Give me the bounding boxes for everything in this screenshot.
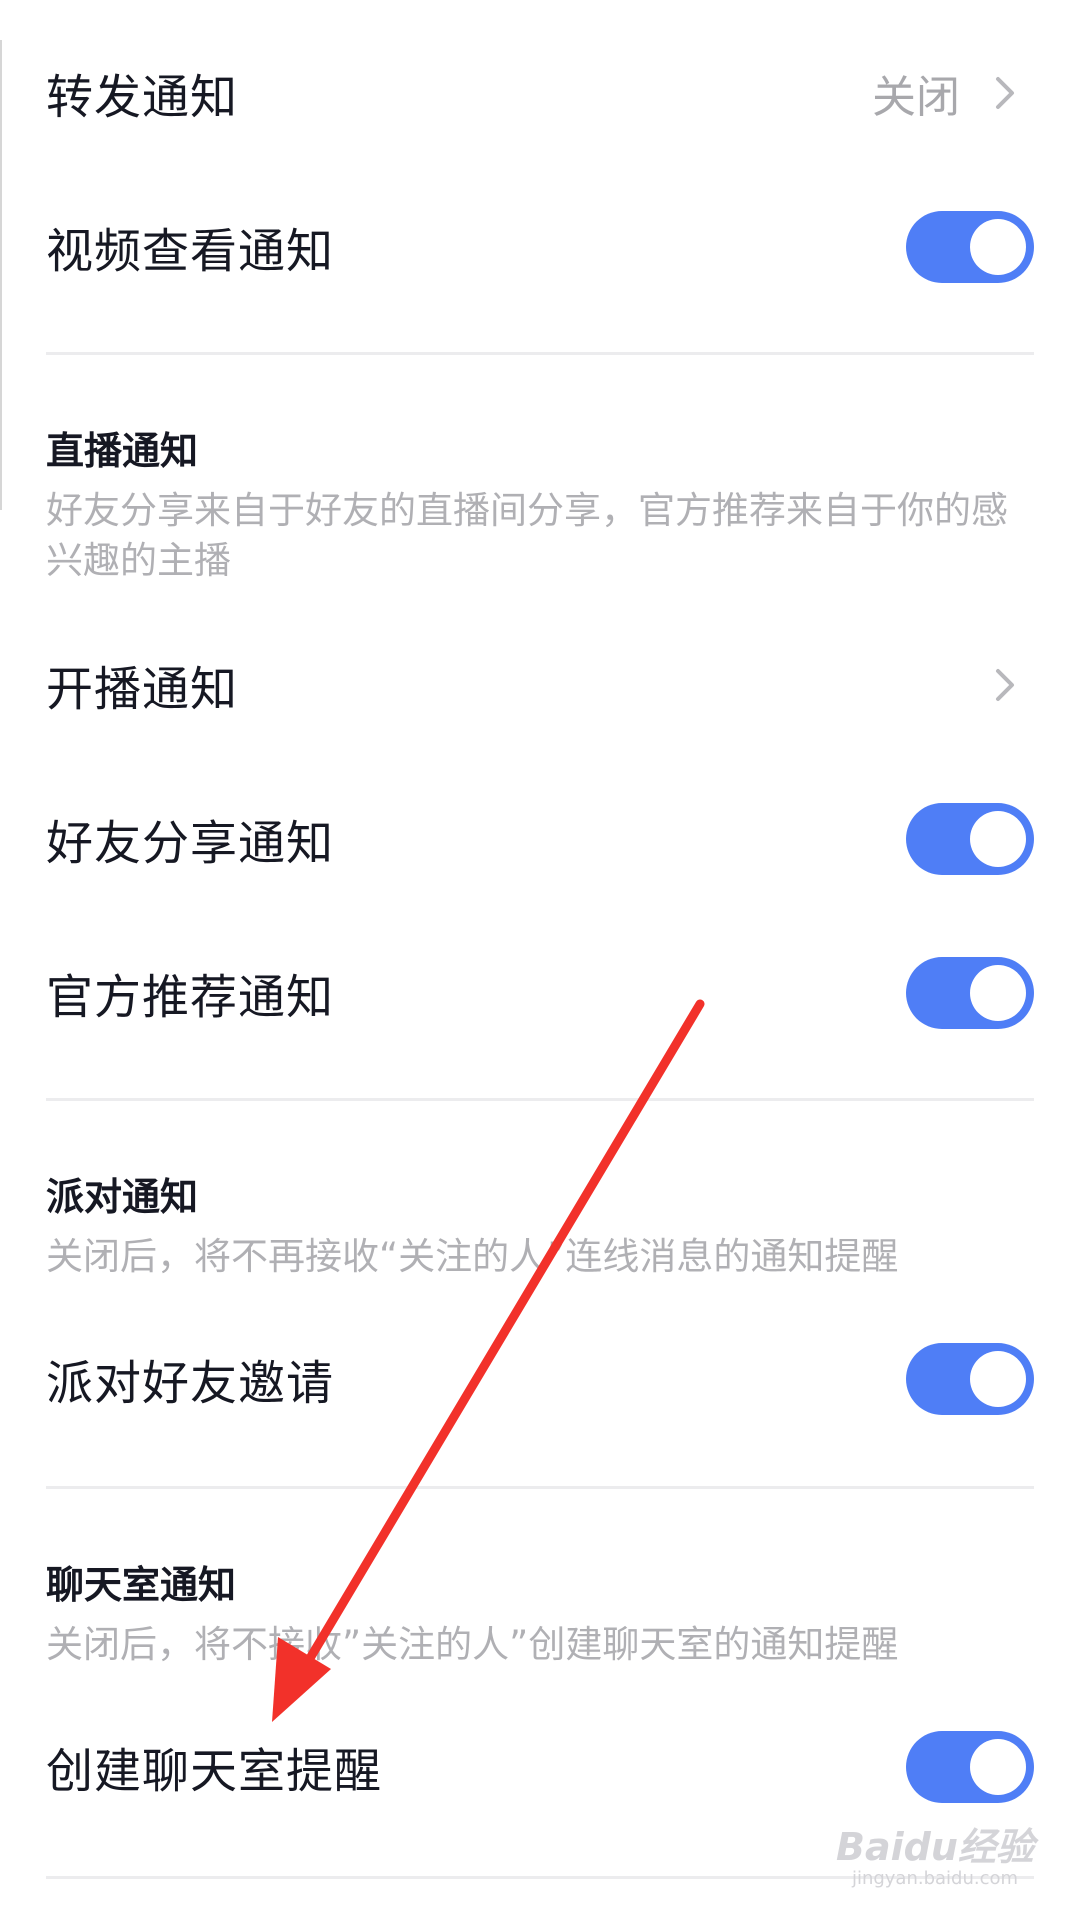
chevron-right-icon bbox=[996, 669, 1014, 701]
toggle-knob bbox=[970, 219, 1026, 275]
party-friend-invite-label: 派对好友邀请 bbox=[46, 1356, 334, 1412]
party-section-title: 派对通知 bbox=[46, 1175, 199, 1219]
chevron-right-icon bbox=[996, 77, 1014, 109]
live-section-desc: 好友分享来自于好友的直播间分享，官方推荐来自于你的感兴趣的主播 bbox=[46, 489, 1008, 582]
live-start-notice-label: 开播通知 bbox=[46, 662, 238, 718]
toggle-knob bbox=[970, 1351, 1026, 1407]
forward-notice-label: 转发通知 bbox=[46, 70, 238, 126]
left-edge-bar bbox=[0, 40, 2, 510]
forward-notice-row[interactable]: 转发通知 关闭 bbox=[46, 38, 1034, 148]
divider bbox=[46, 1098, 1034, 1101]
friend-share-notice-toggle[interactable] bbox=[906, 803, 1034, 875]
live-start-notice-row[interactable]: 开播通知 bbox=[46, 630, 1034, 740]
chatroom-section-desc: 关闭后，将不接收”关注的人”创建聊天室的通知提醒 bbox=[46, 1623, 899, 1666]
watermark-main: Baidu经验 bbox=[836, 1825, 1034, 1869]
video-view-notice-row: 视频查看通知 bbox=[46, 192, 1034, 302]
video-view-notice-toggle[interactable] bbox=[906, 211, 1034, 283]
official-recommend-notice-label: 官方推荐通知 bbox=[46, 970, 334, 1026]
create-chatroom-reminder-toggle[interactable] bbox=[906, 1731, 1034, 1803]
divider bbox=[46, 1486, 1034, 1489]
forward-notice-value: 关闭 bbox=[872, 72, 960, 123]
live-section-title: 直播通知 bbox=[46, 429, 199, 473]
friend-share-notice-row: 好友分享通知 bbox=[46, 784, 1034, 894]
create-chatroom-reminder-label: 创建聊天室提醒 bbox=[46, 1744, 382, 1800]
party-friend-invite-row: 派对好友邀请 bbox=[46, 1324, 1034, 1434]
official-recommend-notice-toggle[interactable] bbox=[906, 957, 1034, 1029]
create-chatroom-reminder-row: 创建聊天室提醒 bbox=[46, 1712, 1034, 1822]
watermark-sub: jingyan.baidu.com bbox=[851, 1868, 1019, 1889]
party-friend-invite-toggle[interactable] bbox=[906, 1343, 1034, 1415]
toggle-knob bbox=[970, 1739, 1026, 1795]
divider bbox=[46, 352, 1034, 355]
friend-share-notice-label: 好友分享通知 bbox=[46, 816, 334, 872]
toggle-knob bbox=[970, 811, 1026, 867]
party-section-desc: 关闭后，将不再接收“关注的人”连线消息的通知提醒 bbox=[46, 1235, 899, 1278]
official-recommend-notice-row: 官方推荐通知 bbox=[46, 938, 1034, 1048]
video-view-notice-label: 视频查看通知 bbox=[46, 224, 334, 280]
watermark: Baidu经验 jingyan.baidu.com bbox=[830, 1826, 1040, 1890]
chatroom-section-title: 聊天室通知 bbox=[46, 1563, 237, 1607]
toggle-knob bbox=[970, 965, 1026, 1021]
